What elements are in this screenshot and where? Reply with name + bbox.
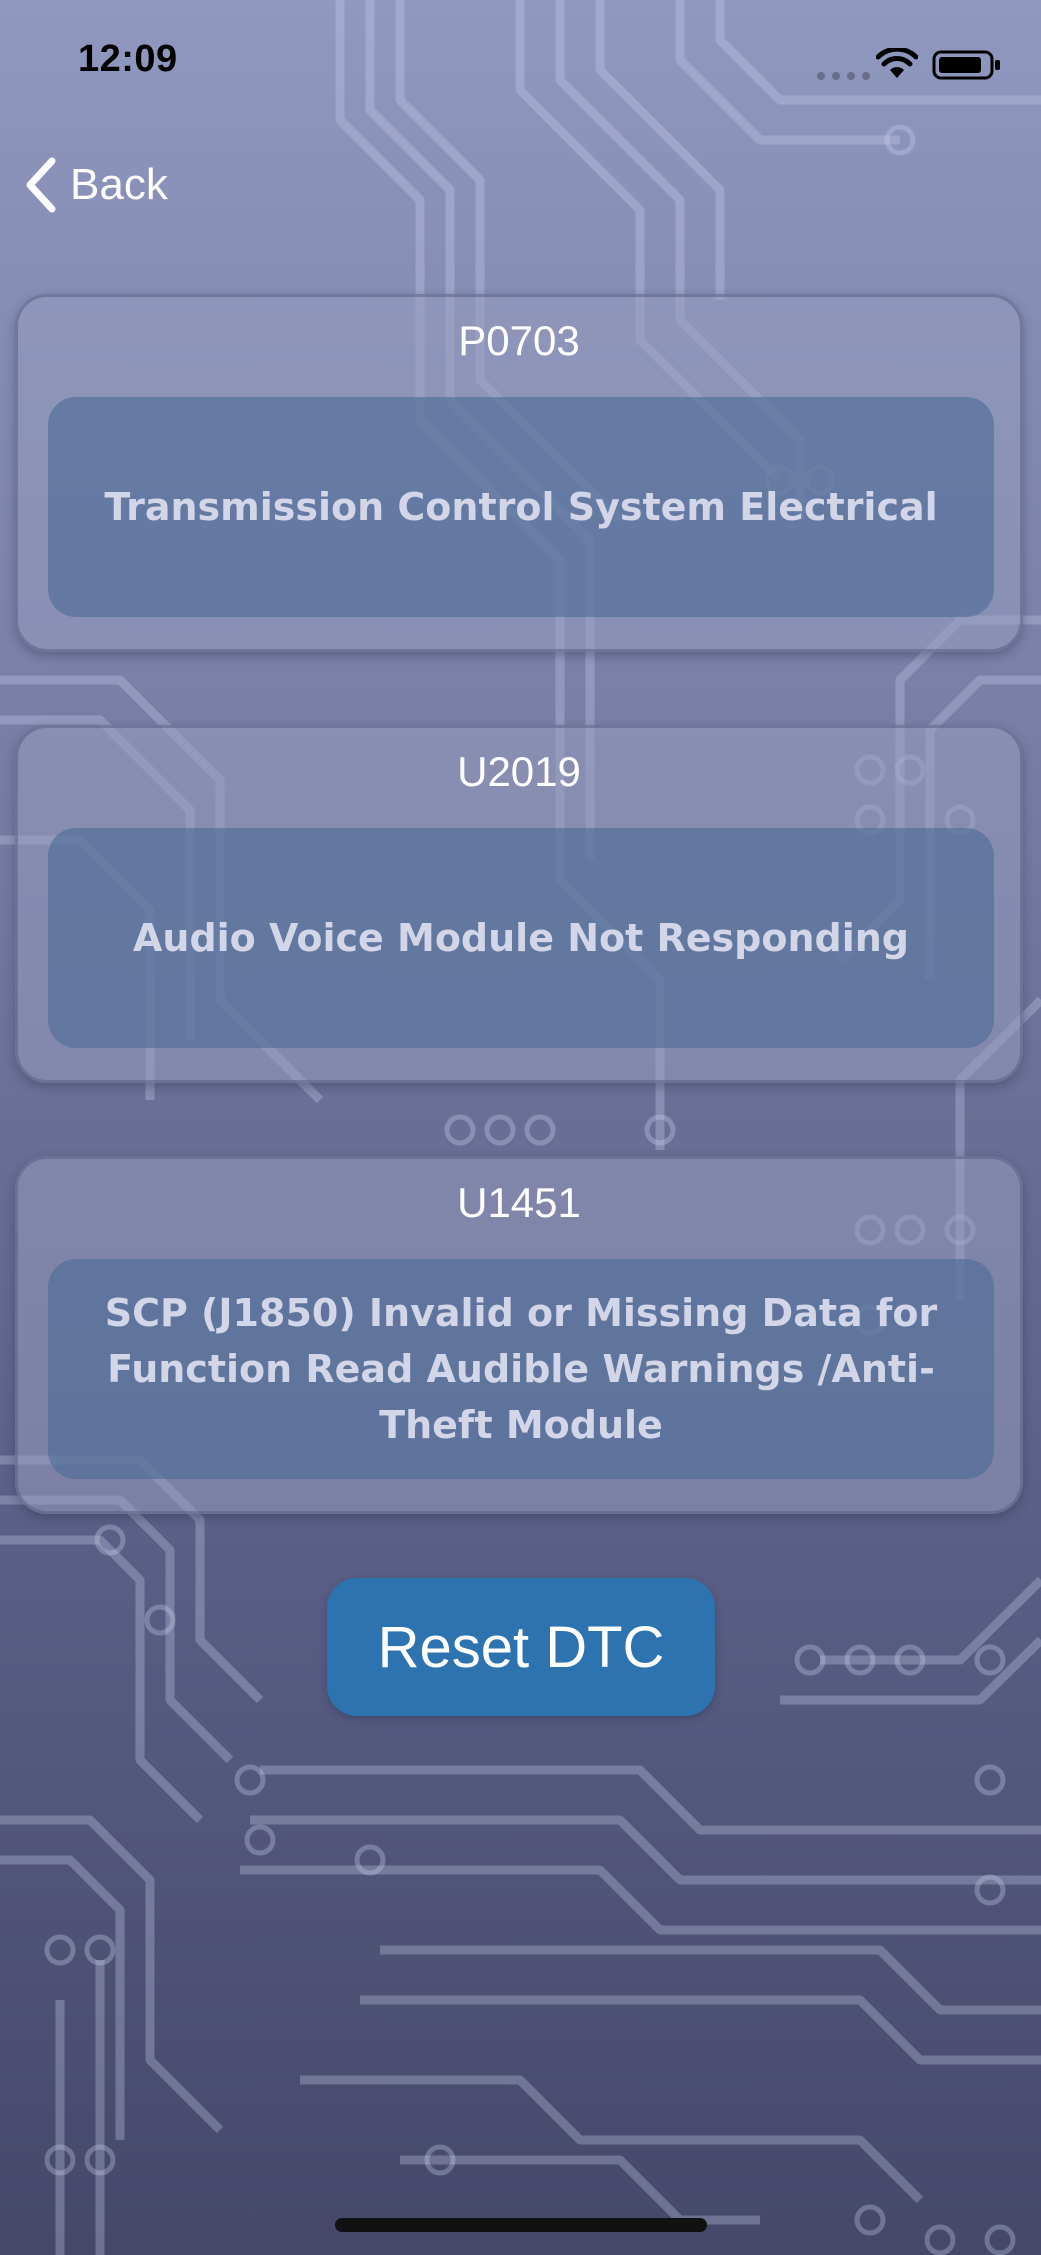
dtc-code: P0703: [458, 317, 580, 364]
back-button[interactable]: Back: [22, 150, 168, 220]
home-indicator: [335, 2218, 707, 2232]
dtc-description: Transmission Control System Electrical: [104, 485, 938, 529]
dtc-card: U2019 Audio Voice Module Not Responding: [15, 725, 1023, 1083]
status-bar: 12:09: [0, 0, 1041, 130]
dtc-code: U2019: [457, 748, 581, 795]
signal-dots-icon: [817, 72, 870, 80]
back-label: Back: [70, 160, 168, 209]
dtc-description: SCP (J1850) Invalid or Missing Data for …: [104, 1291, 938, 1447]
dtc-description: Audio Voice Module Not Responding: [132, 916, 909, 960]
dtc-code: U1451: [457, 1179, 581, 1226]
wifi-icon: [876, 48, 918, 78]
dtc-description-box: SCP (J1850) Invalid or Missing Data for …: [48, 1259, 994, 1479]
dtc-description-box: Audio Voice Module Not Responding: [48, 828, 994, 1048]
chevron-left-icon: [26, 157, 56, 213]
dtc-description-box: Transmission Control System Electrical: [48, 397, 994, 617]
dtc-card: P0703 Transmission Control System Electr…: [15, 294, 1023, 652]
status-time: 12:09: [78, 38, 178, 80]
battery-icon: [932, 50, 1000, 80]
dtc-card: U1451 SCP (J1850) Invalid or Missing Dat…: [15, 1156, 1023, 1514]
reset-dtc-button[interactable]: Reset DTC: [327, 1578, 715, 1716]
